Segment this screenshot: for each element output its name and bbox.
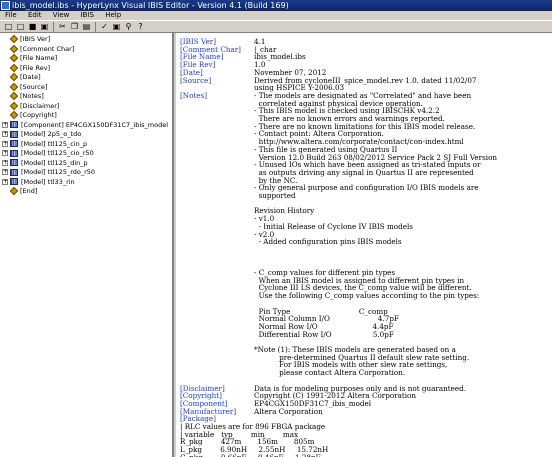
tree-item-label: [Date] <box>20 73 41 81</box>
tree-item[interactable]: + [Model] ttl125_rdo_r50 <box>2 168 95 177</box>
keyword-value: - Initial Release of Cyclone IV IBIS mod… <box>254 221 413 231</box>
tree-item-label: [Comment Char] <box>20 44 75 53</box>
tree-item[interactable]: + [Component] EP4CGX150DF31C7_ibis_model <box>2 121 168 130</box>
app-icon <box>1 1 10 10</box>
model-icon <box>10 140 18 147</box>
view-icon[interactable]: ▣ <box>111 22 122 32</box>
model-icon <box>10 159 18 166</box>
tree-item-label: [Model] ttl125_cin_p <box>21 139 88 148</box>
toolbar: □ □ ■ ▣ ✂ ❐ ▤ ✓ ▣ ⚲ ? <box>0 20 552 33</box>
tree-item-label: [Model] ttl125_din_p <box>21 158 88 167</box>
menu-help[interactable]: Help <box>105 11 121 19</box>
tree-item[interactable]: + [Model] ttl125_cin_p <box>2 140 87 149</box>
tree-item[interactable]: [File Name] <box>9 53 58 63</box>
tree-item[interactable]: [IBIS Ver] <box>9 34 51 44</box>
tree-item[interactable]: + [Model] ttl125_din_p <box>2 159 88 168</box>
open-icon[interactable]: □ <box>15 22 26 32</box>
toolbar-separator <box>53 22 54 32</box>
expand-icon[interactable]: + <box>2 169 8 175</box>
window-title: ibis_model.ibs - HyperLynx Visual IBIS E… <box>12 1 289 10</box>
expand-icon[interactable]: + <box>2 121 8 128</box>
tree-item[interactable]: [File Rev] <box>9 63 51 73</box>
keyword-icon <box>9 186 19 196</box>
keyword-value: Altera Corporation <box>254 406 323 416</box>
expand-icon[interactable]: + <box>2 131 8 137</box>
model-icon <box>10 130 18 138</box>
menu-ibis[interactable]: IBIS <box>81 11 94 19</box>
ibis-tree-panel: [IBIS Ver] [Comment Char] [File Name] [File… <box>0 33 174 457</box>
menu-edit[interactable]: Edit <box>28 11 42 19</box>
tree-item[interactable]: + [Model] ttl33_rin <box>2 178 75 187</box>
menu-file[interactable]: File <box>5 11 17 19</box>
menu-view[interactable]: View <box>53 11 70 19</box>
keyword-icon <box>9 72 19 82</box>
tree-item[interactable]: + [Model] 2p5_o_tdo <box>2 130 81 139</box>
help-icon[interactable]: ? <box>135 22 146 32</box>
expand-icon[interactable]: + <box>2 178 8 185</box>
copy-icon[interactable]: ❐ <box>69 22 80 32</box>
tree-item-label: [Model] ttl33_rin <box>21 177 75 186</box>
model-icon <box>10 149 18 157</box>
save-all-icon[interactable]: ▣ <box>39 22 50 32</box>
menu-bar: File Edit View IBIS Help <box>0 11 552 20</box>
tree-item-label: [Model] ttl125_rdo_r50 <box>21 168 96 176</box>
keyword-icon <box>9 101 19 110</box>
tree-item-label: [File Rev] <box>20 63 51 72</box>
save-icon[interactable]: ■ <box>27 22 38 32</box>
tree-item[interactable]: [Notes] <box>9 91 44 101</box>
check-icon[interactable]: ✓ <box>99 22 110 32</box>
tree-item-label: [Copyright] <box>20 111 57 119</box>
editor-line: [Source] Derived from cycloneIII_spice_mo… <box>180 75 476 85</box>
keyword-value: Differential Row I/O 5.0pF <box>254 329 394 339</box>
keyword-label: [Notes] <box>180 90 208 100</box>
tree-item[interactable]: [End] <box>9 186 38 196</box>
tree-item-label: [Source] <box>20 82 48 91</box>
find-icon[interactable]: ⚲ <box>123 22 134 32</box>
ibis-editor-panel[interactable]: [IBIS Ver] 4.1 [Comment Char] |_char [File N… <box>176 33 552 457</box>
keyword-value: Use the following C_comp values accordin… <box>254 291 480 301</box>
cut-icon[interactable]: ✂ <box>57 22 68 32</box>
tree-item[interactable]: [Date] <box>9 72 41 82</box>
keyword-value: - Added configuration pins IBIS models <box>254 237 402 247</box>
line-text: C_pkg 0.66pF 0.46pF 1.28pF <box>180 453 321 457</box>
model-icon <box>10 121 18 128</box>
keyword-value: please contact Altera Corporation. <box>254 368 406 378</box>
keyword-icon <box>9 110 19 120</box>
editor-line: [Notes] - The models are designated as "C… <box>180 90 471 100</box>
toolbar-separator <box>95 22 96 32</box>
tree-item-label: [File Name] <box>20 54 58 62</box>
model-icon <box>10 168 18 176</box>
tree-item[interactable]: [Disclaimer] <box>9 101 60 111</box>
keyword-icon <box>9 53 19 63</box>
tree-item-label: [End] <box>20 187 38 195</box>
tree-item-label: [Model] 2p5_o_tdo <box>21 130 82 138</box>
new-icon[interactable]: □ <box>3 22 14 32</box>
title-bar: ibis_model.ibs - HyperLynx Visual IBIS E… <box>0 0 552 11</box>
keyword-icon <box>9 82 19 91</box>
tree-item[interactable]: [Source] <box>9 82 48 92</box>
keyword-icon <box>9 44 19 53</box>
keyword-icon <box>9 63 19 72</box>
paste-icon[interactable]: ▤ <box>81 22 92 32</box>
tree-item[interactable]: [Copyright] <box>9 110 57 120</box>
keyword-value: supported <box>254 191 296 200</box>
model-icon <box>10 178 18 185</box>
keyword-label: [Source] <box>180 75 212 85</box>
tree-item-label: [IBIS Ver] <box>20 35 51 43</box>
tree-item-label: [Notes] <box>20 92 44 100</box>
expand-icon[interactable]: + <box>2 159 8 166</box>
tree-item-label: [Component] EP4CGX150DF31C7_ibis_model <box>21 120 169 129</box>
keyword-icon <box>9 34 19 44</box>
tree-item[interactable]: [Comment Char] <box>9 44 75 54</box>
tree-item-label: [Disclaimer] <box>20 101 60 110</box>
expand-icon[interactable]: + <box>2 140 8 147</box>
tree-item[interactable]: + [Model] ttl125_cio_r50 <box>2 149 94 158</box>
tree-item-label: [Model] ttl125_cio_r50 <box>21 149 94 157</box>
expand-icon[interactable]: + <box>2 150 8 156</box>
keyword-icon <box>9 91 19 101</box>
